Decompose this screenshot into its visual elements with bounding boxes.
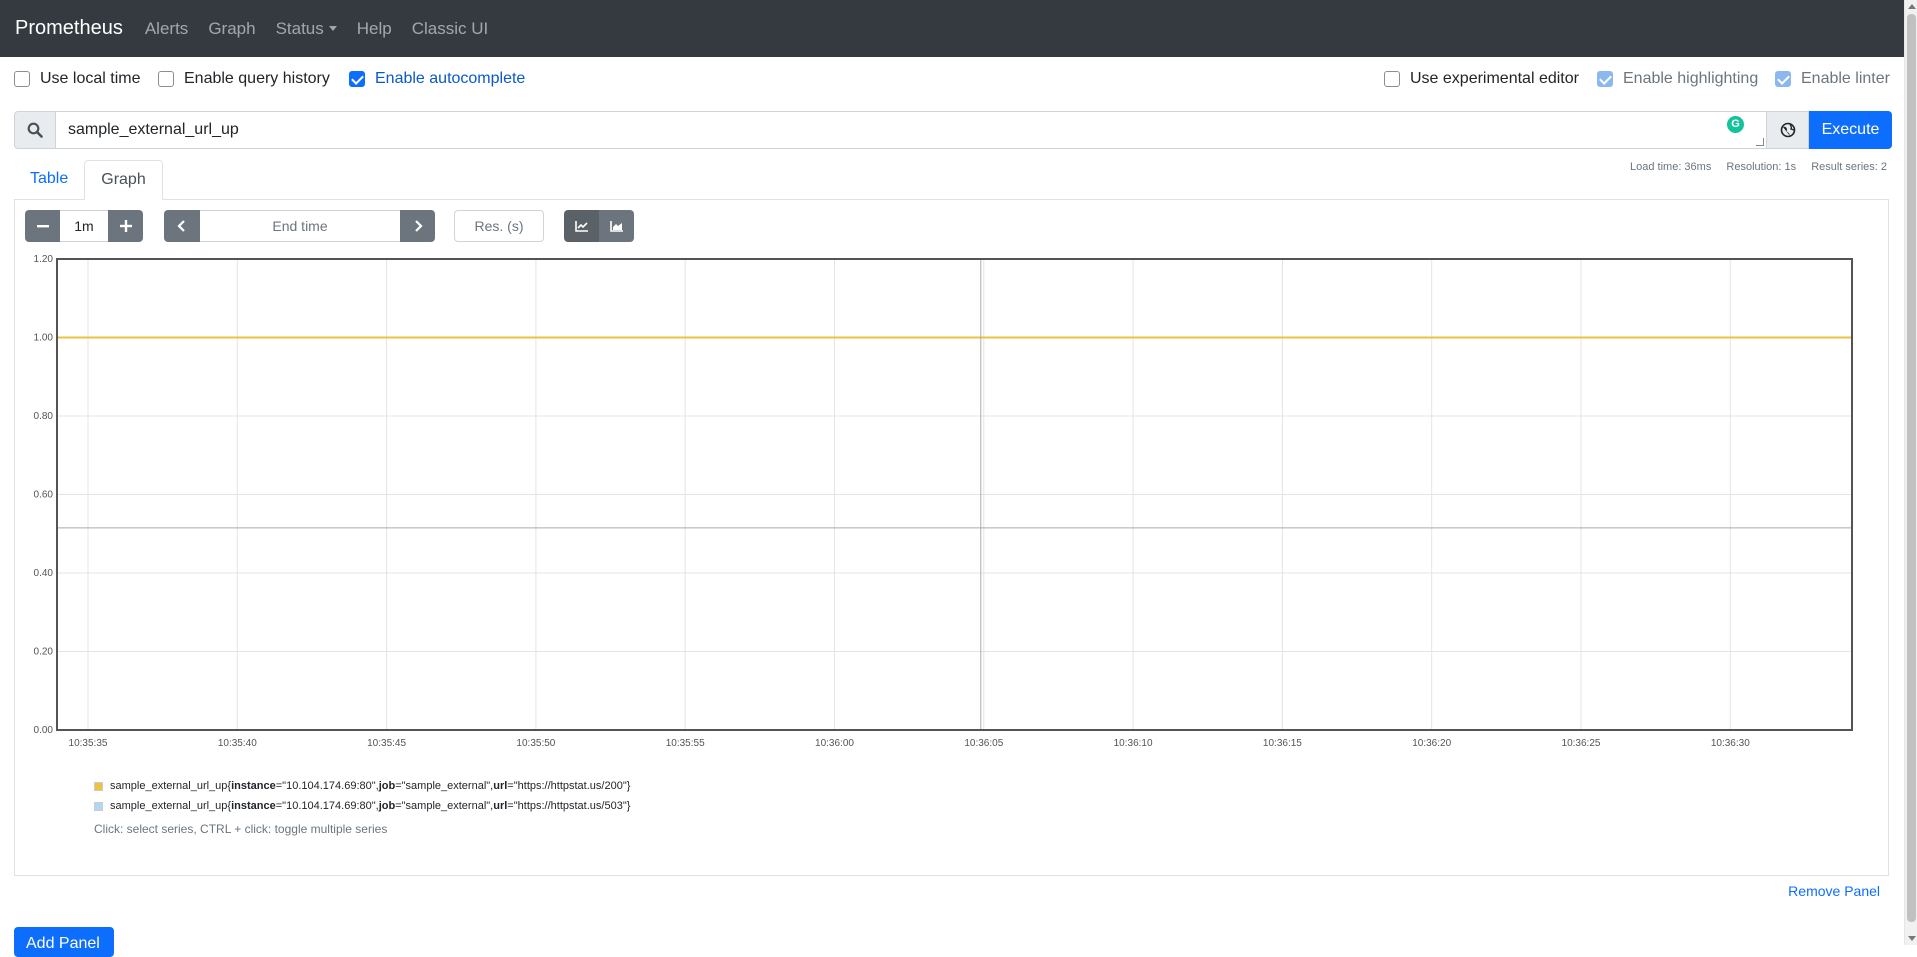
x-tick-label: 10:36:25: [1562, 738, 1601, 749]
x-tick-label: 10:36:20: [1412, 738, 1451, 749]
legend-swatch: [94, 781, 103, 791]
legend-label-key: instance: [231, 780, 276, 792]
legend-label-value: https://httpstat.us/200: [517, 780, 623, 792]
x-tick-label: 10:36:00: [815, 738, 854, 749]
x-tick-label: 10:36:15: [1263, 738, 1302, 749]
line-chart[interactable]: 0.00 0.20 0.40 0.60 0.80 1.00 1.20 10:35:35 10:3…: [0, 0, 1904, 760]
x-tick-label: 10:35:40: [218, 738, 257, 749]
scroll-up-icon[interactable]: [1908, 4, 1916, 9]
remove-panel-link[interactable]: Remove Panel: [1788, 883, 1880, 899]
x-tick-label: 10:36:30: [1711, 738, 1750, 749]
legend-label-key: job: [378, 800, 396, 812]
x-tick-label: 10:35:45: [367, 738, 406, 749]
y-tick-label: 0.20: [34, 647, 54, 658]
x-tick-label: 10:35:35: [69, 738, 108, 749]
legend-item-series-503[interactable]: sample_external_url_up{instance =" 10.104.…: [94, 796, 630, 816]
scroll-down-icon[interactable]: [1908, 936, 1916, 941]
x-tick-label: 10:36:05: [964, 738, 1003, 749]
legend-label-key: instance: [231, 800, 276, 812]
y-tick-label: 0.80: [34, 411, 54, 422]
legend-label-value: 10.104.174.69:80: [286, 800, 372, 812]
scroll-thumb[interactable]: [1907, 14, 1916, 922]
legend-label-key: job: [378, 780, 396, 792]
legend-label-value: sample_external: [405, 780, 487, 792]
y-tick-label: 0.40: [34, 568, 54, 579]
legend-swatch: [94, 801, 103, 811]
legend-label-value: sample_external: [405, 800, 487, 812]
legend-label-value: 10.104.174.69:80: [286, 780, 372, 792]
x-tick-label: 10:36:10: [1114, 738, 1153, 749]
legend-label-key: url: [493, 780, 508, 792]
page-scrollbar[interactable]: [1904, 0, 1917, 945]
legend-item-series-200[interactable]: sample_external_url_up{instance =" 10.104.…: [94, 776, 630, 796]
y-tick-label: 0.00: [34, 725, 54, 736]
legend-series-name: sample_external_url_up: [110, 780, 228, 792]
legend-label-value: https://httpstat.us/503: [517, 800, 623, 812]
legend-hint: Click: select series, CTRL + click: togg…: [94, 822, 388, 836]
y-tick-label: 0.60: [34, 490, 54, 501]
legend-label-key: url: [493, 800, 508, 812]
legend-series-name: sample_external_url_up: [110, 800, 228, 812]
x-tick-label: 10:35:50: [516, 738, 555, 749]
x-tick-label: 10:35:55: [666, 738, 705, 749]
tab-graph[interactable]: Graph: [84, 160, 163, 200]
add-panel-button[interactable]: Add Panel: [14, 927, 114, 957]
chart-legend: sample_external_url_up{instance =" 10.104.…: [94, 776, 630, 836]
y-tick-label: 1.20: [34, 254, 54, 265]
y-tick-label: 1.00: [34, 333, 54, 344]
